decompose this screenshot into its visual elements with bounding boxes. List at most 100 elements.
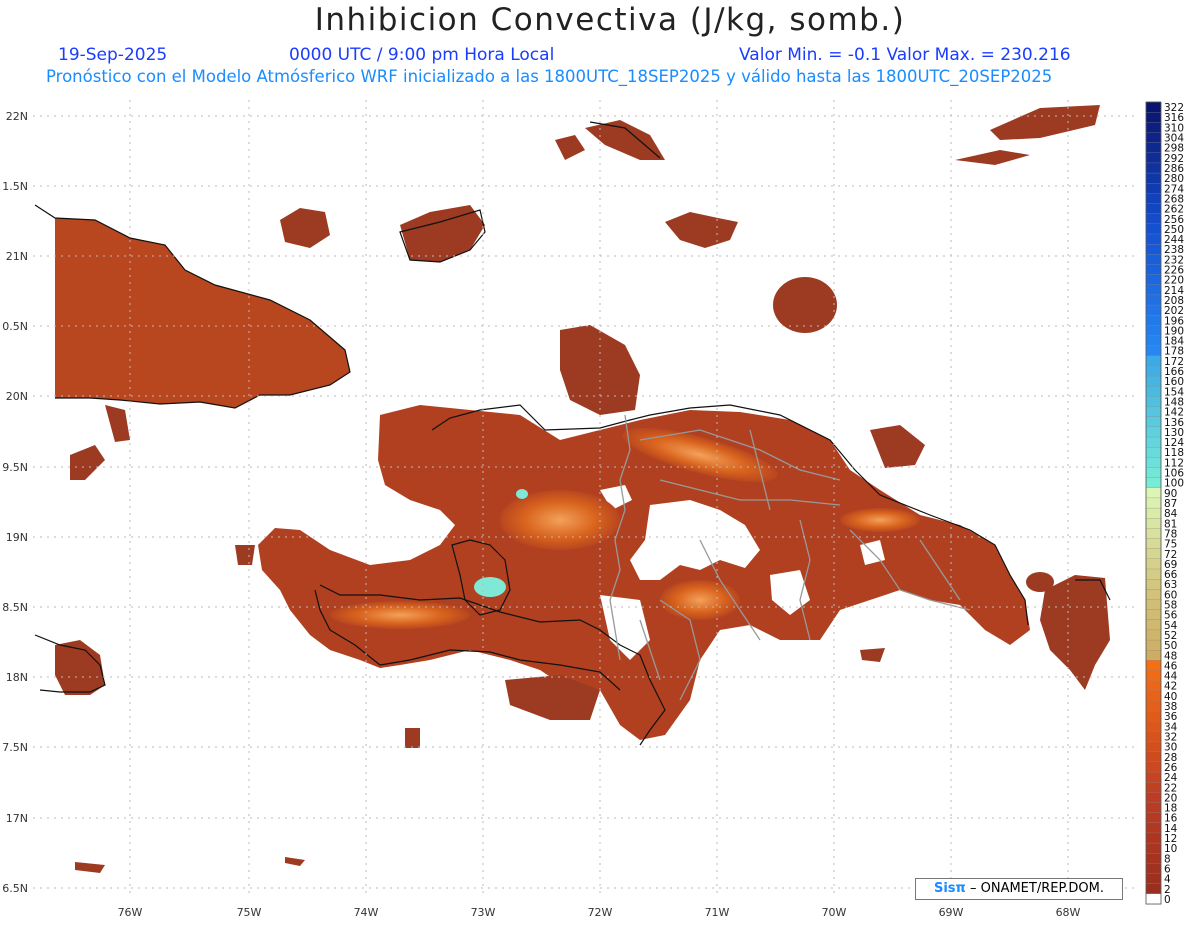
latitude-labels: 22N 1.5N 21N 0.5N 20N 9.5N 19N 8.5N 18N … <box>2 110 28 895</box>
colorbar-swatch <box>1145 863 1162 874</box>
colorbar-swatch <box>1145 639 1162 651</box>
colorbar-swatch <box>1145 568 1162 580</box>
colorbar-swatch <box>1145 152 1162 164</box>
colorbar-swatch <box>1145 345 1162 357</box>
lat-label: 18N <box>6 671 28 684</box>
colorbar-swatch <box>1145 294 1162 306</box>
colorbar-swatch <box>1145 487 1162 499</box>
lon-label: 75W <box>237 906 262 919</box>
lon-label: 70W <box>822 906 847 919</box>
colorbar-swatch <box>1145 406 1162 418</box>
colorbar-swatch <box>1145 782 1162 793</box>
colorbar-swatch <box>1145 660 1162 671</box>
colorbar-swatch <box>1145 315 1162 326</box>
lat-label: 0.5N <box>2 320 28 333</box>
lat-label: 22N <box>6 110 28 123</box>
colorbar-swatch <box>1145 731 1162 743</box>
colorbar-swatch <box>1145 436 1162 448</box>
colorbar-swatch <box>1145 538 1162 550</box>
colorbar-swatch <box>1145 589 1162 600</box>
colorbar-swatch <box>1145 599 1162 611</box>
colorbar-swatch <box>1145 355 1162 367</box>
colorbar-swatch <box>1145 690 1162 702</box>
colorbar-swatch <box>1145 162 1162 174</box>
colorbar-swatch <box>1145 771 1162 783</box>
colorbar-swatch <box>1145 325 1162 336</box>
colorbar-swatch <box>1145 477 1162 489</box>
colorbar-swatch <box>1145 558 1162 570</box>
colorbar-swatch <box>1145 721 1162 732</box>
lat-label: 1.5N <box>2 180 28 193</box>
colorbar-swatch <box>1145 304 1162 316</box>
field-hot-east <box>840 508 920 532</box>
colorbar-swatch <box>1145 802 1162 814</box>
colorbar-swatch <box>1145 467 1162 479</box>
colorbar-swatch <box>1145 507 1162 519</box>
lon-label: 69W <box>939 906 964 919</box>
credit-text: – ONAMET/REP.DOM. <box>969 881 1105 896</box>
colorbar-swatch <box>1145 822 1162 834</box>
colorbar-label: 0 <box>1164 894 1171 906</box>
lon-label: 73W <box>471 906 496 919</box>
colorbar-swatch <box>1145 548 1162 560</box>
colorbar-swatch <box>1145 893 1162 905</box>
credit-sis: Sis <box>933 881 956 896</box>
colorbar-swatch <box>1145 873 1162 885</box>
lon-label: 76W <box>118 906 143 919</box>
field-island-n <box>405 728 420 748</box>
lon-label: 74W <box>354 906 379 919</box>
colorbar-swatch <box>1145 264 1162 276</box>
colorbar-swatch <box>1145 223 1162 235</box>
colorbar-swatch <box>1145 751 1162 763</box>
colorbar-swatch <box>1145 284 1162 296</box>
colorbar-swatch <box>1145 680 1162 692</box>
colorbar-swatch <box>1145 700 1162 712</box>
colorbar-swatch <box>1145 578 1162 590</box>
field-island-k <box>235 545 255 565</box>
colorbar-swatch <box>1145 609 1162 621</box>
map-canvas: 22N 1.5N 21N 0.5N 20N 9.5N 19N 8.5N 18N … <box>2 100 1184 919</box>
field-hot-south <box>660 580 740 620</box>
colorbar-swatch <box>1145 142 1162 154</box>
colorbar-swatch <box>1145 619 1162 631</box>
colorbar-swatch <box>1145 842 1162 854</box>
lon-label: 71W <box>705 906 730 919</box>
colorbar-swatch <box>1145 416 1162 428</box>
field-hot-west <box>330 601 470 629</box>
colorbar-swatch <box>1145 132 1162 144</box>
lat-label: 7.5N <box>2 741 28 754</box>
colorbar-swatch <box>1145 233 1162 245</box>
colorbar: 3223163103042982922862802742682622562502… <box>1145 101 1184 906</box>
credit-box: Sisπ – ONAMET/REP.DOM. <box>915 878 1123 900</box>
colorbar-swatch <box>1145 650 1162 661</box>
colorbar-swatch <box>1145 792 1162 803</box>
colorbar-swatch <box>1145 335 1162 347</box>
field-hot-center <box>500 490 620 550</box>
colorbar-swatch <box>1145 396 1162 408</box>
colorbar-swatch <box>1145 670 1162 682</box>
colorbar-swatch <box>1145 122 1162 133</box>
lat-label: 19N <box>6 531 28 544</box>
colorbar-swatch <box>1145 447 1162 458</box>
lon-label: 68W <box>1056 906 1081 919</box>
colorbar-swatch <box>1145 528 1162 539</box>
colorbar-swatch <box>1145 629 1162 641</box>
longitude-labels: 76W 75W 74W 73W 72W 71W 70W 69W 68W <box>118 906 1081 919</box>
colorbar-swatch <box>1145 172 1162 184</box>
colorbar-swatch <box>1145 243 1162 255</box>
lat-label: 8.5N <box>2 601 28 614</box>
colorbar-swatch <box>1145 853 1162 864</box>
colorbar-swatch <box>1145 274 1162 286</box>
field-high-cin-2 <box>516 489 528 499</box>
lon-label: 72W <box>588 906 613 919</box>
field-high-cin <box>474 577 506 597</box>
colorbar-swatch <box>1145 710 1162 722</box>
colorbar-swatch <box>1145 832 1162 844</box>
lat-label: 9.5N <box>2 461 28 474</box>
colorbar-swatch <box>1145 386 1162 397</box>
colorbar-swatch <box>1145 761 1162 773</box>
field-island-g <box>773 277 837 333</box>
colorbar-swatch <box>1145 883 1162 895</box>
pi-icon: π <box>955 881 966 896</box>
colorbar-swatch <box>1145 101 1162 113</box>
